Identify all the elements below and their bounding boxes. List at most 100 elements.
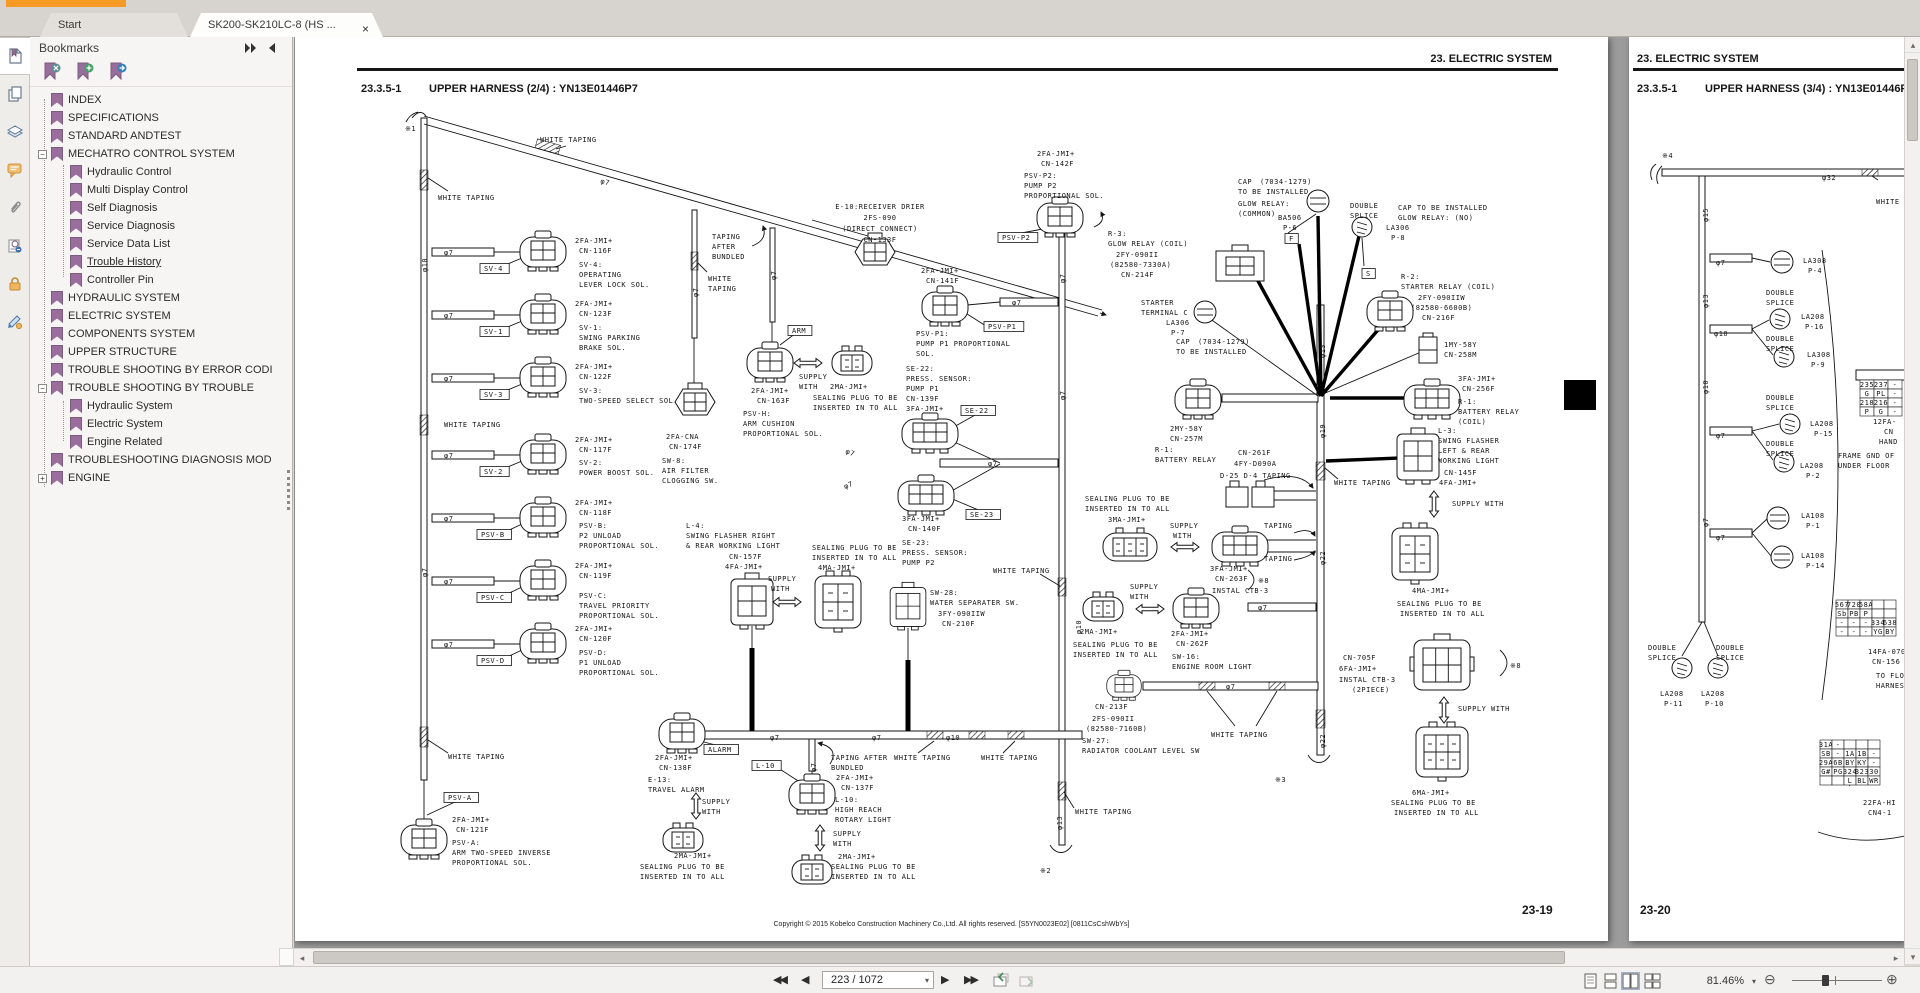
sidebar-security-button[interactable] [0,265,30,303]
collapse-node-icon[interactable]: − [38,150,47,159]
next-page-button[interactable]: ▶ [941,973,947,986]
scroll-left-icon[interactable]: ◂ [294,950,310,966]
bookmark-item-troubleshooting-diagnosis-mod[interactable]: TROUBLESHOOTING DIAGNOSIS MOD [30,451,292,469]
diagram-label: SUPPLY WITH [1452,500,1504,508]
continuous-view-icon[interactable] [1601,972,1620,990]
bookmark-item-specifications[interactable]: SPECIFICATIONS [30,109,292,127]
bookmark-item-mechatro-control-system[interactable]: − MECHATRO CONTROL SYSTEM [30,145,292,163]
zoom-dropdown-icon[interactable]: ▾ [1752,977,1756,986]
diagram-label: CN-257M [1170,435,1203,443]
scroll-up-icon[interactable]: ▴ [1905,37,1920,53]
zoom-level[interactable]: 81.46% [1688,975,1744,987]
diagram-label: (82580-6600B) [1411,304,1472,312]
diagram-label: 2FA-JMI+ [655,754,693,762]
bookmark-item-self-diagnosis[interactable]: Self Diagnosis [30,199,292,217]
pin-table-cell: - [1852,619,1857,627]
diagram-label: BATTERY RELAY [1155,456,1217,464]
facing-view-icon[interactable] [1621,972,1640,990]
scroll-right-icon[interactable]: ▸ [1888,950,1904,966]
pin-table-cell: G [1865,390,1870,398]
zoom-slider-thumb[interactable] [1822,975,1829,986]
bookmark-item-hydraulic-system[interactable]: HYDRAULIC SYSTEM [30,289,292,307]
bookmark-item-components-system[interactable]: COMPONENTS SYSTEM [30,325,292,343]
diagram-label: CN-210F [942,620,975,628]
pin-table-cell: P [1864,610,1869,618]
tab-start[interactable]: Start [40,13,188,37]
sidebar-bookmarks-button[interactable] [0,37,31,75]
collapse-all-bookmarks-icon[interactable] [42,62,62,84]
previous-page-button[interactable]: ◀ [801,973,807,986]
page-dropdown-icon[interactable]: ▾ [925,976,929,985]
scroll-down-icon[interactable]: ▾ [1905,948,1920,964]
previous-view-icon[interactable] [992,972,1010,988]
horizontal-scrollbar[interactable]: ◂ ▸ [294,948,1904,966]
bookmark-item-standard-andtest[interactable]: STANDARD ANDTEST [30,127,292,145]
diagram-label: WHITE TAPING [894,754,951,762]
bookmark-label: MECHATRO CONTROL SYSTEM [68,148,235,160]
horizontal-scroll-thumb[interactable] [313,951,1565,964]
next-view-icon[interactable] [1018,972,1036,988]
zoom-out-icon[interactable]: ⊖ [1764,971,1776,988]
diagram-label: SEALING PLUG TO BE [640,863,725,871]
bookmark-item-hydraulic-control[interactable]: Hydraulic Control [30,163,292,181]
expand-panel-icon[interactable] [244,43,258,53]
sidebar-layers-button[interactable] [0,113,30,151]
diagram-label: AIR FILTER [662,467,709,475]
vertical-scrollbar[interactable]: ▴ ▾ [1904,37,1920,964]
bookmark-item-multi-display-control[interactable]: Multi Display Control [30,181,292,199]
diagram-label: INSERTED IN TO ALL [1394,809,1479,817]
single-page-view-icon[interactable] [1581,972,1600,990]
tab-document[interactable]: SK200-SK210LC-8 (HS ... × [190,13,383,37]
zoom-slider-track[interactable] [1792,980,1882,981]
bookmark-item-electric-system[interactable]: Electric System [30,415,292,433]
bookmark-item-upper-structure[interactable]: UPPER STRUCTURE [30,343,292,361]
bookmark-item-trouble-history[interactable]: Trouble History [30,253,292,271]
bookmark-item-electric-system[interactable]: ELECTRIC SYSTEM [30,307,292,325]
goto-bookmark-icon[interactable] [108,62,128,84]
diagram-label: SV-2 [484,468,503,476]
diagram-label: CN-121F [456,826,489,834]
page-number-input[interactable]: 223 / 1072 ▾ [822,971,934,989]
panel-resize-grip[interactable] [287,470,290,510]
bookmark-label: Multi Display Control [87,184,188,196]
bookmark-item-engine-related[interactable]: Engine Related [30,433,292,451]
sidebar-signature-button[interactable] [0,303,30,341]
bookmark-item-controller-pin[interactable]: Controller Pin [30,271,292,289]
last-page-button[interactable]: ▶▶ [964,973,977,986]
first-page-button[interactable]: ◀◀ [773,973,786,986]
diagram-label: WHITE TAPING [993,567,1050,575]
diagram-label: WITH [771,585,790,593]
vertical-scroll-thumb[interactable] [1907,59,1918,141]
diagram-label: 2FA-JMI+ [751,387,789,395]
bookmark-flag-icon [51,291,63,305]
bookmark-item-service-data-list[interactable]: Service Data List [30,235,292,253]
continuous-facing-view-icon[interactable] [1643,972,1662,990]
sidebar-comments-button[interactable] [0,151,30,189]
diagram-label: SUPPLY [1170,522,1199,530]
sidebar-pages-button[interactable] [0,75,30,113]
bookmark-item-service-diagnosis[interactable]: Service Diagnosis [30,217,292,235]
collapse-panel-icon[interactable] [268,43,276,53]
sidebar-destinations-button[interactable] [0,227,30,265]
diagram-label: CN-119F [579,572,612,580]
diagram-label: INSERTED IN TO ALL [1400,610,1485,618]
diagram-label: PSV-C: [579,592,607,600]
diagram-label: φ13 [1056,816,1064,830]
diagram-label: L-4: [686,522,705,530]
collapse-node-icon[interactable]: − [38,384,47,393]
bookmarks-tree: INDEXSPECIFICATIONSSTANDARD ANDTEST − MECH… [30,87,292,947]
diagram-label: ※4 [1662,152,1673,160]
diagram-label: HAND [1879,438,1898,446]
add-bookmark-icon[interactable] [75,62,95,84]
diagram-label: SE-23 [970,511,994,519]
bookmark-item-engine[interactable]: +ENGINE [30,469,292,487]
zoom-in-icon[interactable]: ⊕ [1886,971,1898,988]
bookmark-item-trouble-shooting-by-trouble[interactable]: −TROUBLE SHOOTING BY TROUBLE [30,379,292,397]
diagram-label: 2FA-JMI+ [575,300,613,308]
bookmark-item-index[interactable]: INDEX [30,91,292,109]
sidebar-attachments-button[interactable] [0,189,30,227]
diagram-label: SV-2: [579,459,603,467]
expand-node-icon[interactable]: + [38,474,47,483]
bookmark-item-hydraulic-system[interactable]: Hydraulic System [30,397,292,415]
bookmark-item-trouble-shooting-by-error-codi[interactable]: TROUBLE SHOOTING BY ERROR CODI [30,361,292,379]
